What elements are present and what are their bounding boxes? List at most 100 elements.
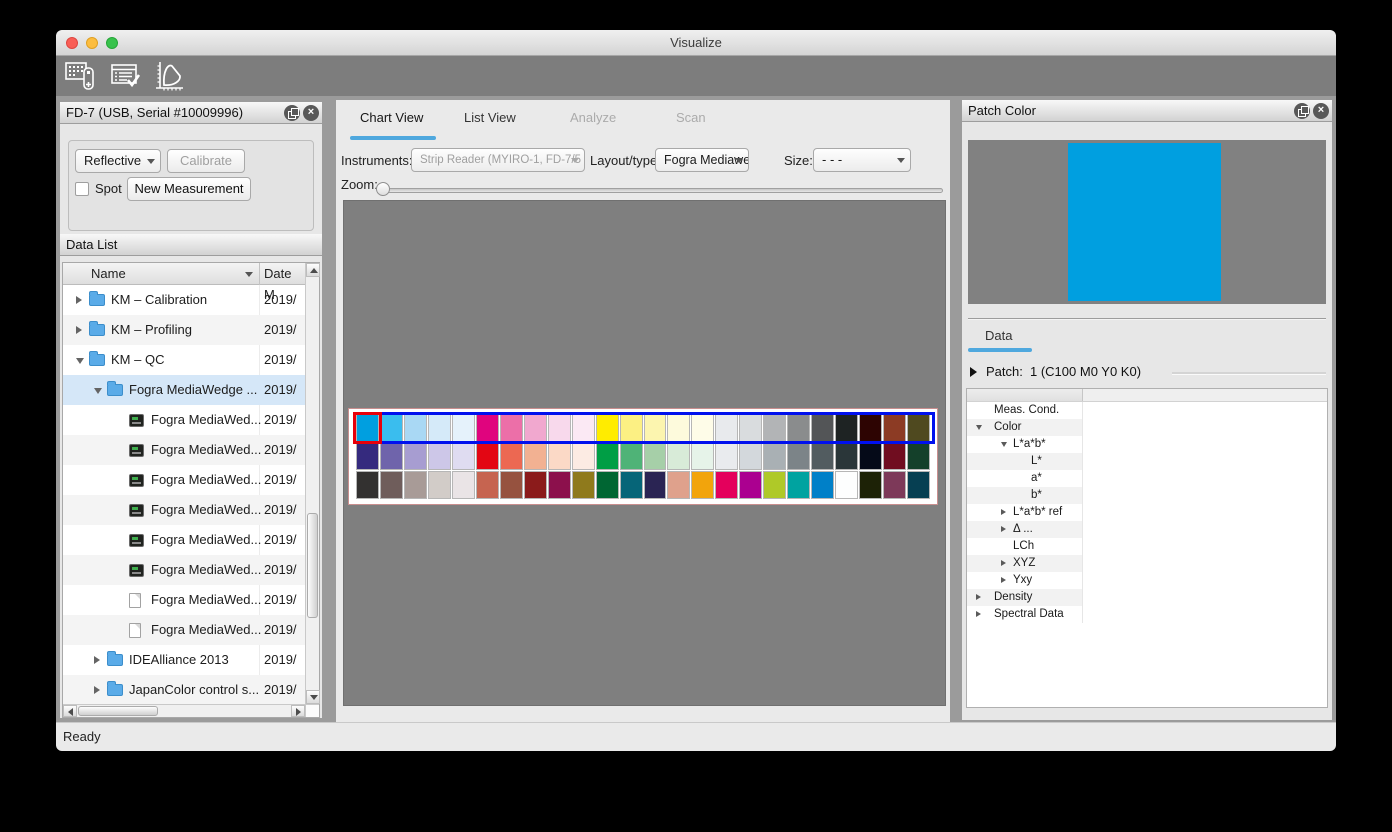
chart-patch[interactable] (356, 443, 379, 471)
chart-patch[interactable] (859, 471, 882, 499)
chart-patch[interactable] (524, 414, 547, 442)
disclosure-right-icon[interactable] (1001, 526, 1006, 532)
patch-tree-row[interactable]: Spectral Data (967, 606, 1327, 623)
chart-patch[interactable] (404, 443, 427, 471)
chart-patch[interactable] (811, 414, 834, 442)
data-list-row[interactable]: JapanColor control s...2019/ (63, 675, 305, 704)
chart-patch[interactable] (907, 414, 930, 442)
horizontal-scroll-thumb[interactable] (78, 706, 158, 716)
scroll-down-icon[interactable] (306, 690, 320, 704)
chart-patch[interactable] (428, 414, 451, 442)
chart-patch[interactable] (835, 471, 858, 499)
chart-patch[interactable] (907, 443, 930, 471)
chart-patch[interactable] (428, 471, 451, 499)
chart-patch[interactable] (763, 414, 786, 442)
data-list-row[interactable]: IDEAlliance 20132019/ (63, 645, 305, 675)
chart-patch[interactable] (739, 471, 762, 499)
chart-patch[interactable] (715, 414, 738, 442)
data-list-row[interactable]: Fogra MediaWed...2019/ (63, 465, 305, 495)
chart-patch[interactable] (500, 471, 523, 499)
chart-patch[interactable] (667, 414, 690, 442)
chart-patch[interactable] (404, 414, 427, 442)
patch-tree-row[interactable]: a* (967, 470, 1327, 487)
data-list-row[interactable]: Fogra MediaWedge ...2019/ (63, 375, 305, 405)
chart-patch[interactable] (476, 414, 499, 442)
chart-patch[interactable] (596, 471, 619, 499)
disclosure-right-icon[interactable] (1001, 560, 1006, 566)
data-list-row[interactable]: KM – Calibration2019/ (63, 285, 305, 315)
disclosure-down-icon[interactable] (94, 388, 102, 394)
data-list-row[interactable]: Fogra MediaWed...2019/ (63, 435, 305, 465)
patch-tree-row[interactable]: L*a*b* (967, 436, 1327, 453)
float-panel-icon[interactable] (284, 105, 300, 121)
patch-tree-row[interactable]: Meas. Cond. (967, 402, 1327, 419)
data-list-vertical-scrollbar[interactable] (305, 263, 319, 704)
scroll-left-icon[interactable] (63, 705, 77, 717)
chart-patch[interactable] (476, 471, 499, 499)
chart-patch[interactable] (356, 471, 379, 499)
spot-checkbox[interactable] (75, 182, 89, 196)
chart-patch[interactable] (667, 443, 690, 471)
chart-patch[interactable] (452, 414, 475, 442)
chart-patch[interactable] (811, 443, 834, 471)
chart-patch[interactable] (524, 443, 547, 471)
chart-patch[interactable] (859, 414, 882, 442)
disclosure-right-icon[interactable] (76, 326, 82, 334)
disclosure-right-icon[interactable] (970, 367, 977, 377)
chart-patch[interactable] (644, 414, 667, 442)
chart-patch[interactable] (859, 443, 882, 471)
chart-patch[interactable] (596, 443, 619, 471)
size-select[interactable]: - - - (813, 148, 911, 172)
patch-tree-row[interactable]: Color (967, 419, 1327, 436)
chart-patch[interactable] (548, 414, 571, 442)
patch-tree-row[interactable]: Yxy (967, 572, 1327, 589)
chart-patch[interactable] (428, 443, 451, 471)
data-list-row[interactable]: KM – QC2019/ (63, 345, 305, 375)
gamut-view-button[interactable] (152, 59, 186, 93)
chart-patch[interactable] (476, 443, 499, 471)
chart-patch[interactable] (644, 471, 667, 499)
chart-patch[interactable] (572, 471, 595, 499)
chart-patch[interactable] (380, 414, 403, 442)
chart-patch[interactable] (404, 471, 427, 499)
chart-patch[interactable] (500, 414, 523, 442)
data-list-row[interactable]: Fogra MediaWed...2019/ (63, 405, 305, 435)
chart-patch[interactable] (572, 414, 595, 442)
mode-select[interactable]: Reflective (75, 149, 161, 173)
patch-tree-row[interactable]: LCh (967, 538, 1327, 555)
chart-patch[interactable] (835, 443, 858, 471)
chart-patch[interactable] (452, 443, 475, 471)
chart-patch[interactable] (691, 414, 714, 442)
chart-patch[interactable] (811, 471, 834, 499)
chart-patch[interactable] (620, 414, 643, 442)
chart-patch[interactable] (380, 443, 403, 471)
tab-chart-view[interactable]: Chart View (360, 110, 423, 125)
disclosure-right-icon[interactable] (1001, 509, 1006, 515)
disclosure-right-icon[interactable] (94, 686, 100, 694)
chart-patch[interactable] (452, 471, 475, 499)
data-list-row[interactable]: Fogra MediaWed...2019/ (63, 585, 305, 615)
zoom-slider-thumb[interactable] (376, 182, 390, 196)
data-list-window-button[interactable] (108, 59, 142, 93)
zoom-slider-track[interactable] (382, 188, 943, 193)
chart-canvas[interactable] (343, 200, 946, 706)
disclosure-right-icon[interactable] (94, 656, 100, 664)
patch-tree-row[interactable]: b* (967, 487, 1327, 504)
tab-list-view[interactable]: List View (464, 110, 516, 125)
data-list-row[interactable]: Fogra MediaWed...2019/ (63, 615, 305, 645)
patch-tree-row[interactable]: Density (967, 589, 1327, 606)
chart-patch[interactable] (548, 471, 571, 499)
chart-patch[interactable] (691, 443, 714, 471)
name-column-header[interactable]: Name (91, 263, 126, 284)
patch-tree-row[interactable]: L*a*b* ref (967, 504, 1327, 521)
disclosure-down-icon[interactable] (976, 425, 982, 430)
chart-patch[interactable] (596, 414, 619, 442)
chart-patch[interactable] (715, 443, 738, 471)
data-list-horizontal-scrollbar[interactable] (63, 704, 305, 717)
measurement-window-button[interactable] (64, 59, 98, 93)
chart-patch[interactable] (883, 414, 906, 442)
chart-patch[interactable] (763, 471, 786, 499)
calibrate-button[interactable]: Calibrate (167, 149, 245, 173)
vertical-scroll-thumb[interactable] (307, 513, 318, 618)
chart-patch[interactable] (907, 471, 930, 499)
